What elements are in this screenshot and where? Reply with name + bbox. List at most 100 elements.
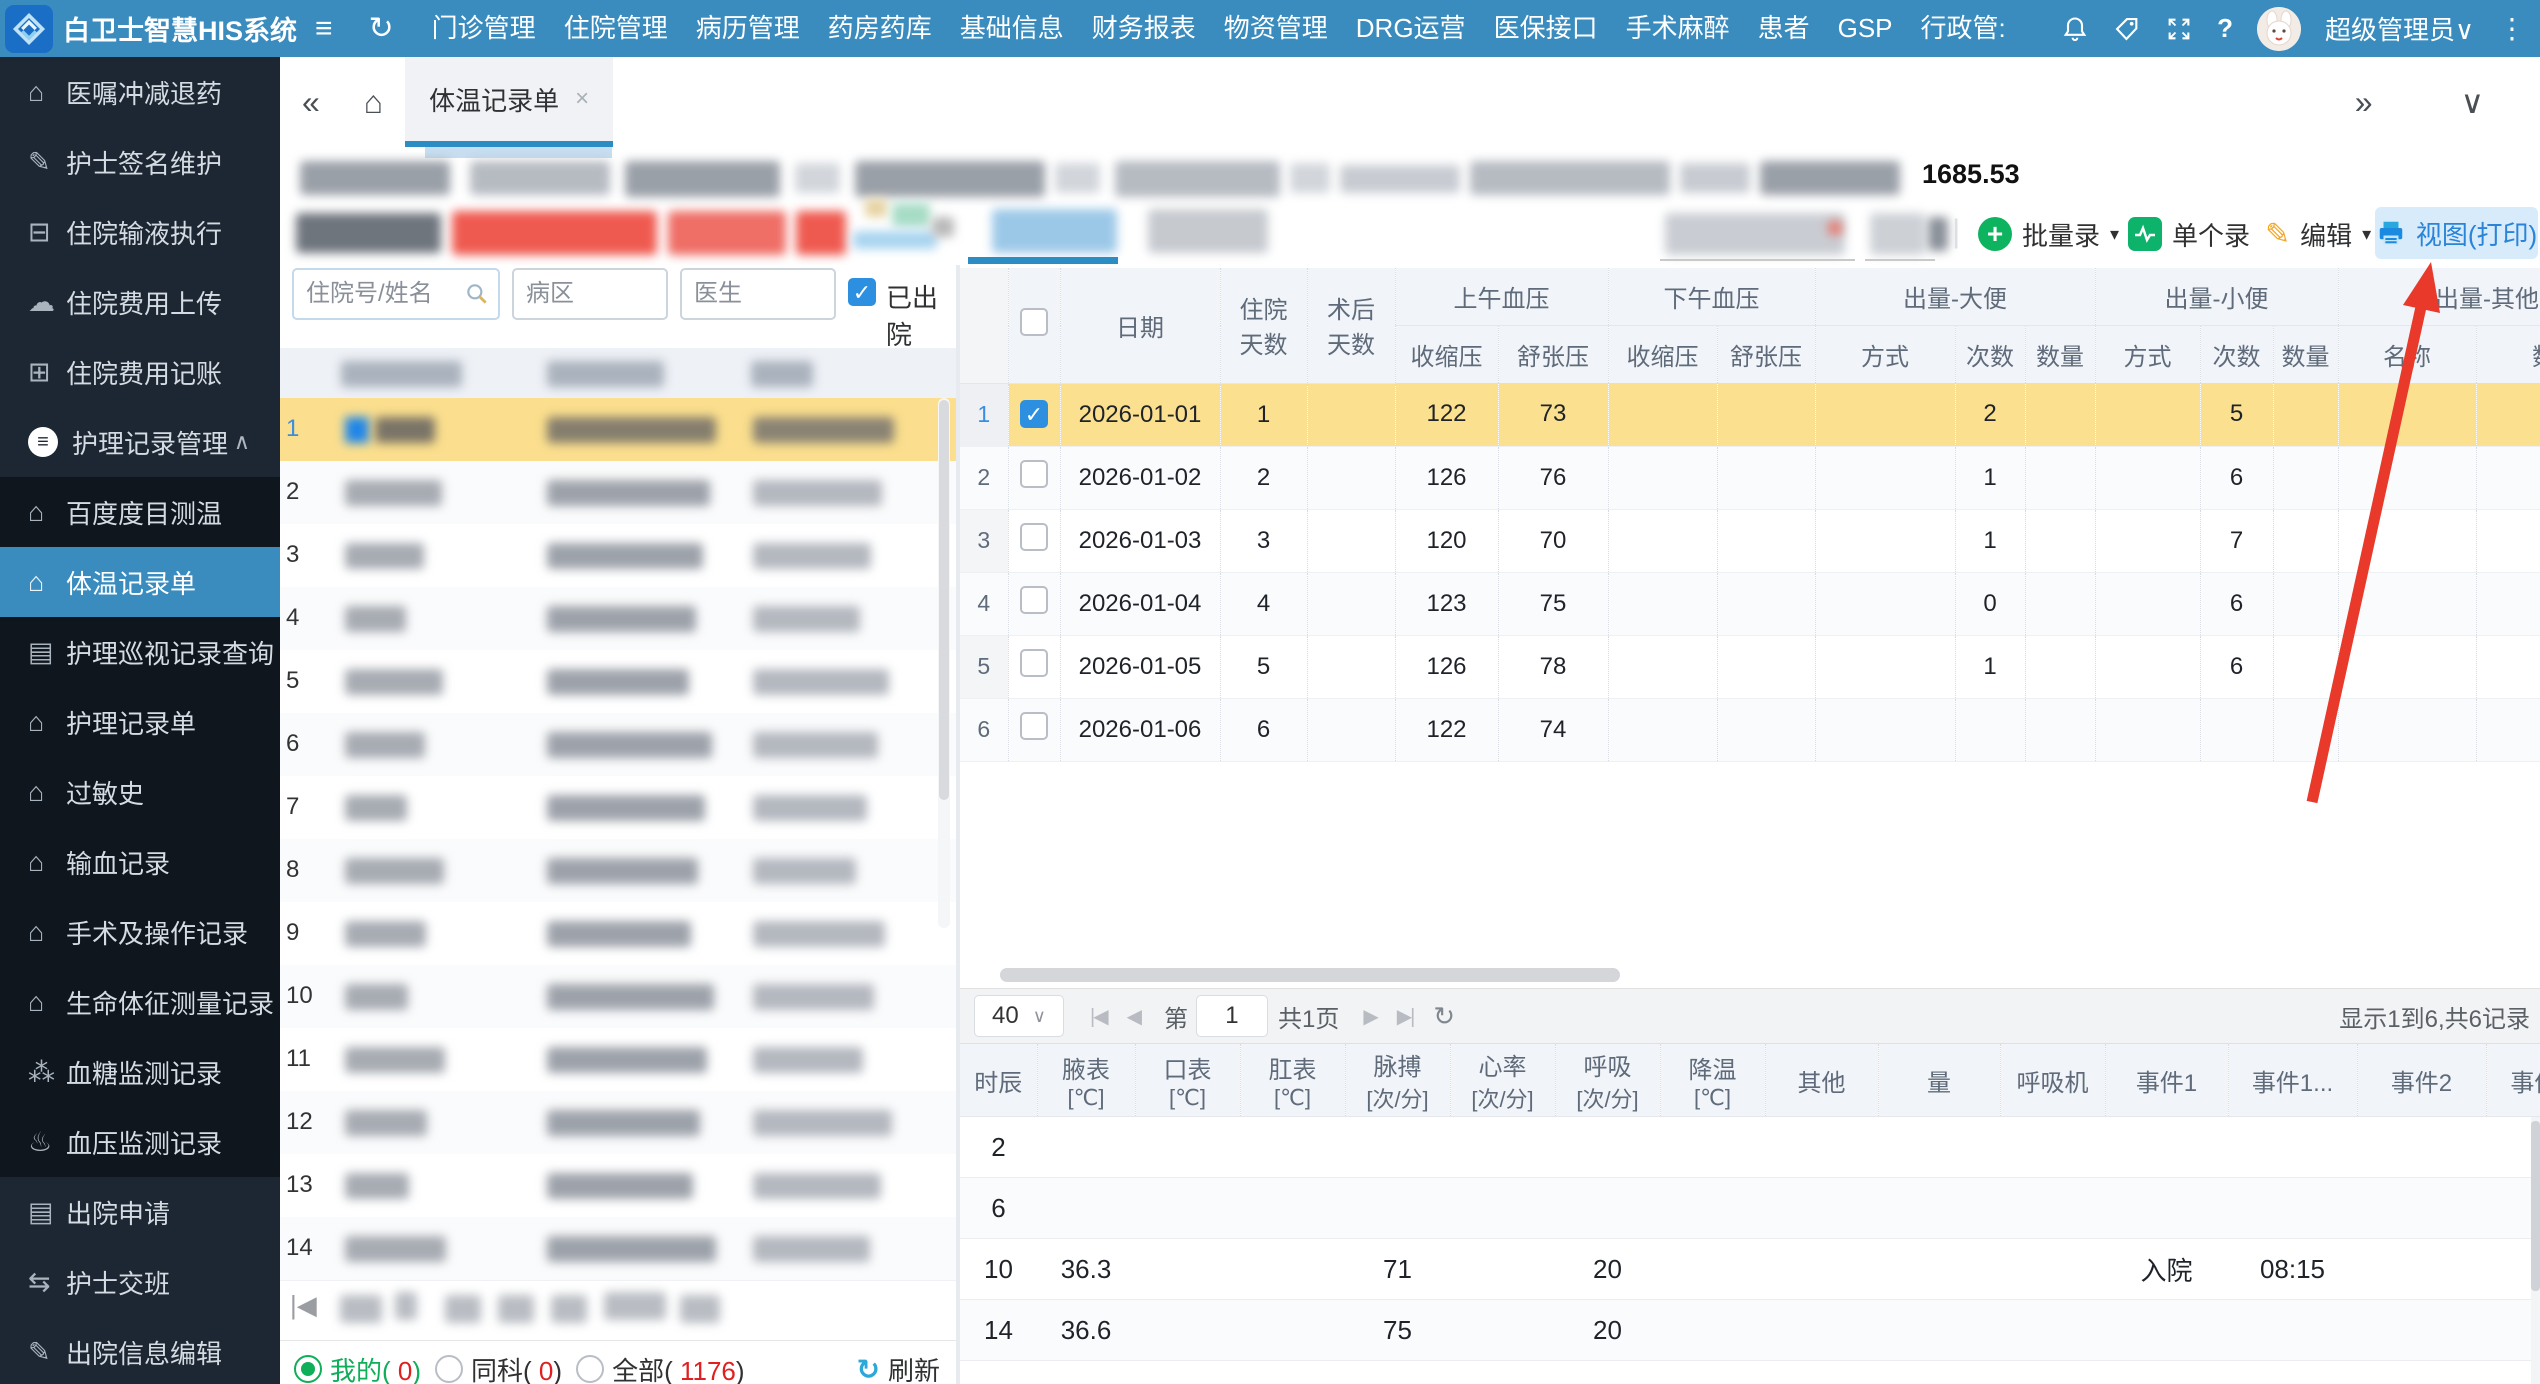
row-checkbox[interactable] — [1020, 649, 1048, 677]
patient-row-9[interactable]: 9 — [280, 902, 956, 966]
vitals-col-1[interactable]: 腋表[℃] — [1037, 1044, 1135, 1117]
top-menu-item-5[interactable]: 财务报表 — [1078, 0, 1210, 57]
sidebar-item-18[interactable]: ✎出院信息编辑 — [0, 1317, 280, 1384]
sidebar-item-14[interactable]: ⁂血糖监测记录 — [0, 1037, 280, 1107]
radio-same-dept[interactable] — [435, 1355, 463, 1383]
patient-row-13[interactable]: 13 — [280, 1154, 956, 1218]
col-stool-count[interactable]: 次数 — [1955, 326, 2025, 384]
patient-row-7[interactable]: 7 — [280, 776, 956, 840]
top-menu-item-9[interactable]: 手术麻醉 — [1612, 0, 1744, 57]
sidebar-item-6[interactable]: ⌂百度度目测温 — [0, 477, 280, 547]
sidebar-item-17[interactable]: ⇆护士交班 — [0, 1247, 280, 1317]
help-icon[interactable]: ? — [2217, 13, 2233, 44]
hamburger-menu-icon[interactable]: ≡ — [297, 12, 351, 46]
sidebar-item-2[interactable]: ⊟住院输液执行 — [0, 197, 280, 267]
select-all-checkbox[interactable] — [1020, 308, 1048, 336]
home-tab-icon[interactable]: ⌂ — [342, 84, 405, 121]
expand-tabs-icon[interactable]: » — [2333, 84, 2395, 121]
sidebar-item-15[interactable]: ♨血压监测记录 — [0, 1107, 280, 1177]
row-checkbox[interactable] — [1020, 460, 1048, 488]
vitals-row-14[interactable]: 1436.67520 — [960, 1300, 2540, 1361]
col-urine-amount[interactable]: 数量 — [2273, 326, 2338, 384]
top-menu-item-11[interactable]: GSP — [1824, 0, 1907, 57]
sidebar-item-12[interactable]: ⌂手术及操作记录 — [0, 897, 280, 967]
vitals-row-2[interactable]: 2 — [960, 1117, 2540, 1178]
row-checkbox[interactable] — [1020, 712, 1048, 740]
patient-row-3[interactable]: 3 — [280, 524, 956, 588]
vitals-col-13[interactable]: 事件2 — [2357, 1044, 2486, 1117]
vitals-col-4[interactable]: 脉搏[次/分] — [1345, 1044, 1450, 1117]
patient-row-4[interactable]: 4 — [280, 587, 956, 651]
col-stay-days[interactable]: 住院天数 — [1220, 268, 1307, 383]
sidebar-item-0[interactable]: ⌂医嘱冲减退药 — [0, 57, 280, 127]
more-options-icon[interactable]: ⋮ — [2498, 12, 2526, 45]
row-checkbox[interactable]: ✓ — [1020, 400, 1048, 428]
vitals-row-10[interactable]: 1036.37120入院08:15 — [960, 1239, 2540, 1300]
view-print-button[interactable]: 视图(打印) — [2375, 207, 2538, 259]
scrollbar-thumb[interactable] — [2531, 1121, 2540, 1291]
prev-page-icon[interactable]: ◀ — [1117, 1004, 1150, 1029]
row-checkbox[interactable] — [1020, 523, 1048, 551]
sidebar-item-8[interactable]: ▤护理巡视记录查询 — [0, 617, 280, 687]
col-stool-method[interactable]: 方式 — [1815, 326, 1955, 384]
patient-row-14[interactable]: 14 — [280, 1217, 956, 1281]
sidebar-item-5[interactable]: ≡护理记录管理∧ — [0, 407, 280, 477]
col-diastolic-pm[interactable]: 舒张压 — [1717, 326, 1815, 384]
patient-row-6[interactable]: 6 — [280, 713, 956, 777]
patient-row-8[interactable]: 8 — [280, 839, 956, 903]
doctor-input[interactable] — [680, 268, 836, 320]
col-urine-count[interactable]: 次数 — [2200, 326, 2273, 384]
top-menu-item-2[interactable]: 病历管理 — [682, 0, 814, 57]
col-postop-days[interactable]: 术后天数 — [1307, 268, 1395, 383]
first-page-icon[interactable]: |◀ — [1080, 1004, 1117, 1029]
sidebar-item-13[interactable]: ⌂生命体征测量记录 — [0, 967, 280, 1037]
col-systolic-am[interactable]: 收缩压 — [1395, 326, 1498, 384]
record-row-1[interactable]: 1✓2026-01-0111227325 — [960, 383, 2540, 446]
batch-entry-button[interactable]: + 批量录 ▾ — [1978, 209, 2119, 259]
patient-pager-first-icon[interactable]: |◀ — [290, 1290, 317, 1321]
col-stool-amount[interactable]: 数量 — [2025, 326, 2095, 384]
radio-all[interactable] — [576, 1355, 604, 1383]
patient-row-1[interactable]: 1 — [280, 398, 956, 462]
top-menu-item-8[interactable]: 医保接口 — [1480, 0, 1612, 57]
top-menu-item-3[interactable]: 药房药库 — [814, 0, 946, 57]
patient-row-2[interactable]: 2 — [280, 461, 956, 525]
top-menu-item-6[interactable]: 物资管理 — [1210, 0, 1342, 57]
col-other-name[interactable]: 名称 — [2338, 326, 2476, 384]
sidebar-item-10[interactable]: ⌂过敏史 — [0, 757, 280, 827]
record-row-2[interactable]: 22026-01-0221267616 — [960, 446, 2540, 509]
vitals-col-3[interactable]: 肛表[℃] — [1240, 1044, 1345, 1117]
record-row-6[interactable]: 62026-01-06612274 — [960, 698, 2540, 761]
sidebar-item-1[interactable]: ✎护士签名维护 — [0, 127, 280, 197]
col-date[interactable]: 日期 — [1060, 268, 1220, 383]
refresh-icon[interactable]: ↻ — [351, 11, 412, 46]
vitals-col-6[interactable]: 呼吸[次/分] — [1555, 1044, 1660, 1117]
edit-button[interactable]: ✎ 编辑 ▾ — [2265, 209, 2371, 259]
patient-row-12[interactable]: 12 — [280, 1091, 956, 1155]
vitals-col-12[interactable]: 事件1... — [2228, 1044, 2357, 1117]
top-menu-item-7[interactable]: DRG运营 — [1342, 0, 1480, 57]
vitals-col-0[interactable]: 时辰 — [960, 1044, 1037, 1117]
vitals-col-8[interactable]: 其他 — [1765, 1044, 1878, 1117]
col-other-amount[interactable]: 数量 — [2476, 326, 2540, 384]
col-diastolic-am[interactable]: 舒张压 — [1498, 326, 1608, 384]
refresh-list-button[interactable]: ↻ 刷新 — [857, 1351, 940, 1384]
tab-temperature-record[interactable]: 体温记录单 × — [405, 57, 613, 147]
radio-mine[interactable] — [294, 1355, 322, 1383]
last-page-icon[interactable]: ▶| — [1387, 1004, 1424, 1029]
scrollbar-thumb[interactable] — [939, 400, 949, 800]
sidebar-item-3[interactable]: ☁住院费用上传 — [0, 267, 280, 337]
vitals-col-14[interactable]: 事件2... — [2486, 1044, 2540, 1117]
single-entry-button[interactable]: 单个录 — [2128, 209, 2250, 259]
fullscreen-icon[interactable] — [2165, 15, 2193, 43]
discharged-checkbox[interactable]: ✓ — [848, 278, 876, 306]
current-user-name[interactable]: 超级管理员∨ — [2325, 10, 2474, 47]
ward-input[interactable] — [512, 268, 668, 320]
record-row-4[interactable]: 42026-01-0441237506 — [960, 572, 2540, 635]
page-size-select[interactable]: 40∨ — [974, 995, 1064, 1037]
top-menu-item-10[interactable]: 患者 — [1744, 0, 1824, 57]
sidebar-item-16[interactable]: ▤出院申请 — [0, 1177, 280, 1247]
sidebar-item-9[interactable]: ⌂护理记录单 — [0, 687, 280, 757]
tab-list-caret-icon[interactable]: ∨ — [2439, 83, 2506, 121]
vitals-col-5[interactable]: 心率[次/分] — [1450, 1044, 1555, 1117]
